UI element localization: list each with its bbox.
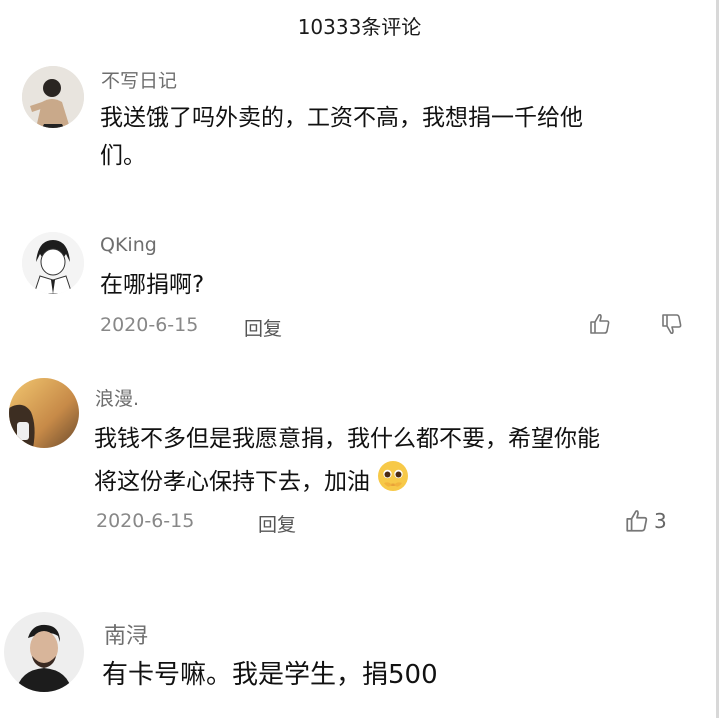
comment-text-line: 有卡号嘛。我是学生，捐500 bbox=[102, 660, 438, 690]
comment-username[interactable]: 浪漫. bbox=[95, 384, 139, 411]
comment-text-line: 我钱不多但是我愿意捐，我什么都不要，希望你能 bbox=[94, 426, 600, 452]
avatar[interactable] bbox=[22, 66, 84, 128]
avatar-image bbox=[9, 378, 79, 448]
comment-text-line: 们。 bbox=[100, 143, 146, 169]
comment-text-line: 在哪捐啊? bbox=[100, 272, 205, 298]
dislike-button[interactable] bbox=[660, 312, 684, 336]
comment-text-line: 我送饿了吗外卖的，工资不高，我想捐一千给他 bbox=[100, 105, 583, 131]
avatar-image bbox=[22, 232, 84, 294]
pleading-face-emoji-icon bbox=[376, 459, 410, 504]
comment-username[interactable]: 南浔 bbox=[104, 618, 148, 650]
comments-header: 10333条评论 bbox=[0, 0, 719, 50]
avatar[interactable] bbox=[9, 378, 79, 448]
comment-username[interactable]: QKing bbox=[100, 234, 157, 256]
thumbs-down-icon bbox=[662, 314, 682, 335]
comment-text-segment: 将这份孝心保持下去，加油 bbox=[94, 468, 370, 495]
thumbs-up-icon bbox=[626, 510, 648, 532]
avatar-image bbox=[4, 612, 84, 692]
avatar[interactable] bbox=[22, 232, 84, 294]
comment-date: 2020-6-15 bbox=[100, 314, 199, 336]
reply-button[interactable]: 回复 bbox=[258, 510, 296, 537]
thumbs-up-icon bbox=[590, 313, 610, 334]
avatar-image bbox=[22, 66, 84, 128]
comment-username[interactable]: 不写日记 bbox=[101, 66, 177, 93]
like-count: 3 bbox=[654, 509, 667, 533]
comment-text-line: 将这份孝心保持下去，加油 bbox=[94, 459, 410, 504]
like-button[interactable] bbox=[588, 312, 612, 336]
reply-button[interactable]: 回复 bbox=[244, 314, 282, 341]
avatar[interactable] bbox=[4, 612, 84, 692]
like-button[interactable]: 3 bbox=[624, 508, 667, 534]
comment-date: 2020-6-15 bbox=[96, 510, 195, 532]
comment-count-title: 10333条评论 bbox=[297, 14, 422, 39]
